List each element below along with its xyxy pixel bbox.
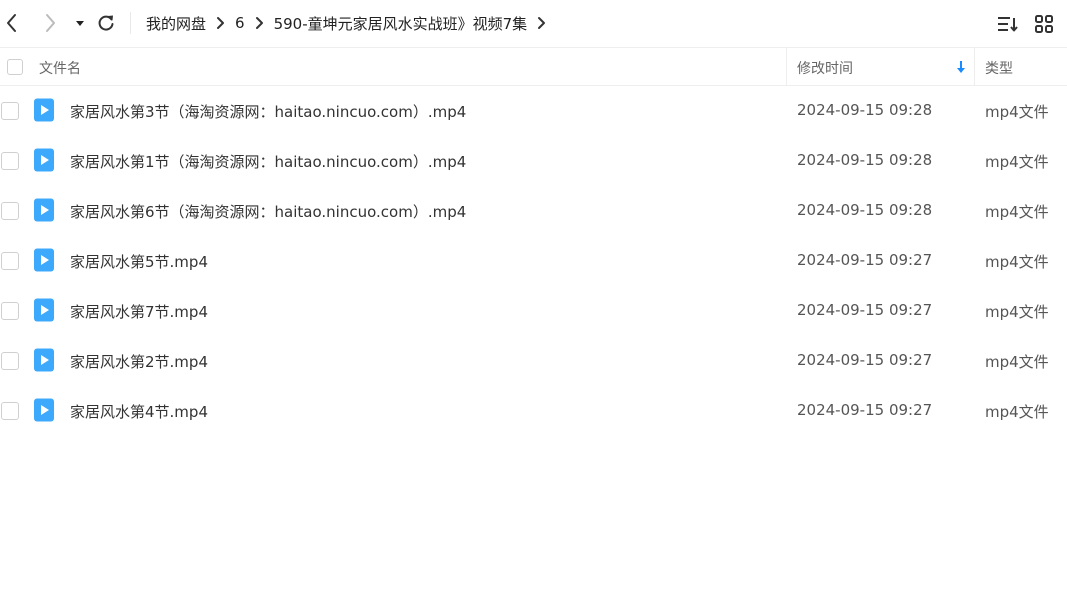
file-name[interactable]: 家居风水第5节.mp4 — [70, 251, 208, 272]
row-checkbox[interactable] — [1, 302, 19, 320]
file-type: mp4文件 — [985, 403, 1049, 421]
sort-list-icon — [998, 17, 1018, 32]
file-row[interactable]: 家居风水第7节.mp4 2024-09-15 09:27 mp4文件 — [0, 286, 1067, 336]
file-row[interactable]: 家居风水第6节（海淘资源网：haitao.nincuo.com）.mp4 202… — [0, 186, 1067, 236]
video-file-icon — [34, 398, 54, 422]
select-all-checkbox[interactable] — [7, 59, 23, 75]
row-checkbox[interactable] — [1, 152, 19, 170]
file-type: mp4文件 — [985, 103, 1049, 121]
file-type: mp4文件 — [985, 153, 1049, 171]
file-row[interactable]: 家居风水第5节.mp4 2024-09-15 09:27 mp4文件 — [0, 236, 1067, 286]
column-header: 文件名 修改时间 类型 — [0, 47, 1067, 86]
video-file-icon — [34, 148, 54, 172]
history-dropdown-button[interactable] — [68, 10, 92, 36]
file-name[interactable]: 家居风水第7节.mp4 — [70, 301, 208, 322]
breadcrumb-item-current[interactable]: 590-童坤元家居风水实战班》视频7集 — [274, 13, 528, 34]
sort-desc-arrow-icon[interactable] — [955, 59, 967, 75]
file-name[interactable]: 家居风水第2节.mp4 — [70, 351, 208, 372]
column-header-type[interactable]: 类型 — [985, 58, 1013, 78]
chevron-right-icon[interactable] — [537, 16, 546, 30]
file-mtime: 2024-09-15 09:28 — [797, 151, 933, 169]
row-checkbox[interactable] — [1, 102, 19, 120]
file-type: mp4文件 — [985, 203, 1049, 221]
caret-down-icon — [76, 21, 84, 26]
file-mtime: 2024-09-15 09:28 — [797, 101, 933, 119]
chevron-right-icon — [216, 16, 225, 30]
toolbar-divider — [130, 12, 131, 34]
chevron-right-icon — [255, 16, 264, 30]
file-row[interactable]: 家居风水第2节.mp4 2024-09-15 09:27 mp4文件 — [0, 336, 1067, 386]
file-type: mp4文件 — [985, 353, 1049, 371]
breadcrumb: 我的网盘 6 590-童坤元家居风水实战班》视频7集 — [146, 12, 556, 34]
breadcrumb-item-root[interactable]: 我的网盘 — [146, 13, 206, 34]
column-header-mtime[interactable]: 修改时间 — [797, 58, 853, 78]
column-header-name[interactable]: 文件名 — [39, 58, 81, 78]
file-mtime: 2024-09-15 09:27 — [797, 301, 933, 319]
file-name[interactable]: 家居风水第4节.mp4 — [70, 401, 208, 422]
row-checkbox[interactable] — [1, 202, 19, 220]
video-file-icon — [34, 198, 54, 222]
file-mtime: 2024-09-15 09:27 — [797, 351, 933, 369]
file-list: 家居风水第3节（海淘资源网：haitao.nincuo.com）.mp4 202… — [0, 86, 1067, 436]
video-file-icon — [34, 348, 54, 372]
file-mtime: 2024-09-15 09:28 — [797, 201, 933, 219]
column-divider[interactable] — [786, 48, 787, 86]
row-checkbox[interactable] — [1, 402, 19, 420]
video-file-icon — [34, 298, 54, 322]
file-row[interactable]: 家居风水第1节（海淘资源网：haitao.nincuo.com）.mp4 202… — [0, 136, 1067, 186]
forward-button[interactable] — [38, 10, 62, 36]
video-file-icon — [34, 248, 54, 272]
file-name[interactable]: 家居风水第3节（海淘资源网：haitao.nincuo.com）.mp4 — [70, 101, 466, 122]
row-checkbox[interactable] — [1, 352, 19, 370]
back-button[interactable] — [0, 10, 24, 36]
grid-view-button[interactable] — [1033, 13, 1055, 35]
chevron-left-icon — [7, 14, 16, 32]
file-type: mp4文件 — [985, 303, 1049, 321]
file-type: mp4文件 — [985, 253, 1049, 271]
view-tools — [997, 13, 1055, 35]
file-mtime: 2024-09-15 09:27 — [797, 251, 933, 269]
file-mtime: 2024-09-15 09:27 — [797, 401, 933, 419]
file-name[interactable]: 家居风水第1节（海淘资源网：haitao.nincuo.com）.mp4 — [70, 151, 466, 172]
sort-button[interactable] — [997, 13, 1019, 35]
chevron-right-icon — [46, 14, 55, 32]
column-divider[interactable] — [974, 48, 975, 86]
refresh-icon — [98, 15, 114, 31]
file-row[interactable]: 家居风水第3节（海淘资源网：haitao.nincuo.com）.mp4 202… — [0, 86, 1067, 136]
video-file-icon — [34, 98, 54, 122]
refresh-button[interactable] — [94, 10, 118, 36]
file-name[interactable]: 家居风水第6节（海淘资源网：haitao.nincuo.com）.mp4 — [70, 201, 466, 222]
toolbar: 我的网盘 6 590-童坤元家居风水实战班》视频7集 — [0, 0, 1067, 47]
row-checkbox[interactable] — [1, 252, 19, 270]
file-row[interactable]: 家居风水第4节.mp4 2024-09-15 09:27 mp4文件 — [0, 386, 1067, 436]
grid-view-icon — [1035, 15, 1053, 33]
breadcrumb-item-folder[interactable]: 6 — [235, 14, 245, 32]
